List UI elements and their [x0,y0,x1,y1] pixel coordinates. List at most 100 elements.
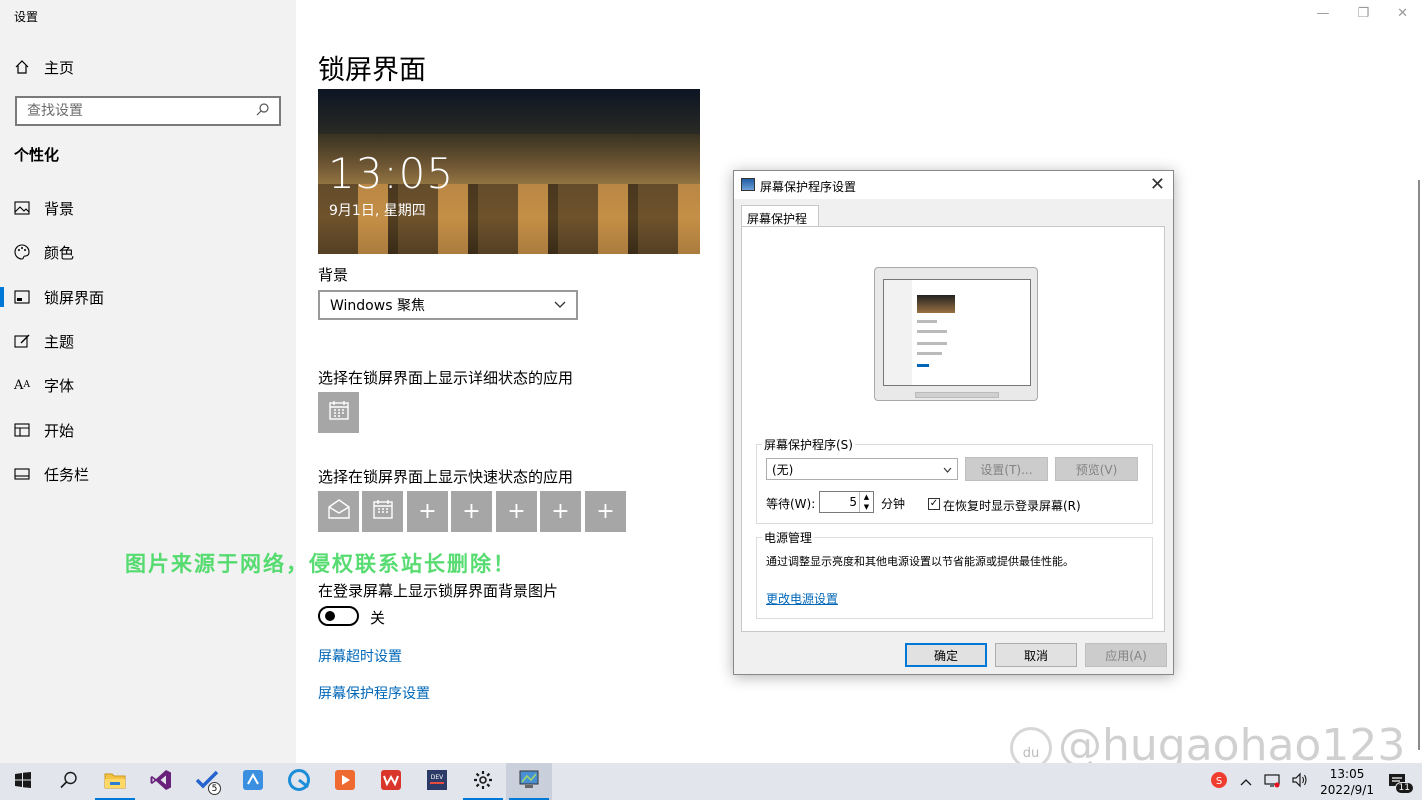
plus-icon: + [596,499,615,524]
mini-line [917,342,947,345]
file-explorer[interactable] [92,763,138,800]
apply-button[interactable]: 应用(A) [1085,643,1167,667]
search-box[interactable] [15,96,281,126]
stepper-arrows[interactable]: ▲ ▼ [859,492,873,512]
preview-date: 9月1日, 星期四 [329,203,426,219]
screensaver-combo[interactable]: (无) [766,458,958,480]
wait-stepper[interactable]: 5 ▲ ▼ [819,491,874,513]
background-label: 背景 [318,266,349,284]
sidebar-item-label: 开始 [44,421,75,440]
theme-icon [14,333,30,349]
screensaver-settings-button[interactable]: 设置(T)... [965,457,1048,481]
add-app-tile[interactable]: + [496,491,537,532]
search-input[interactable] [27,103,247,119]
sidebar-item-themes[interactable]: 主题 [0,321,296,361]
sidebar-item-label: 背景 [44,199,75,218]
browser-icon [288,768,310,795]
tab-screensaver[interactable]: 屏幕保护程序 [741,205,819,243]
add-app-tile[interactable]: + [540,491,581,532]
wps-app[interactable] [368,763,414,800]
ok-button[interactable]: 确定 [905,643,987,667]
monitor-base [915,392,999,398]
mini-line [917,352,942,355]
visual-studio-icon [150,769,172,795]
chevron-down-icon [943,462,952,476]
sidebar-item-taskbar[interactable]: 任务栏 [0,454,296,494]
network-icon[interactable] [1264,772,1280,791]
folder-icon [104,771,126,793]
sidebar-item-label: 颜色 [44,243,75,262]
wait-unit: 分钟 [881,497,906,511]
settings-sidebar: 设置 主页 个性化 背景 颜色 锁屏界面 主题 AA 字体 开始 任务栏 [0,0,296,763]
search-icon [60,771,78,793]
svg-text:DEV: DEV [431,774,444,781]
scrollbar[interactable] [1418,180,1420,750]
dialog-title: 屏幕保护程序设置 [760,180,857,194]
resume-checkbox[interactable]: ✓ [928,498,940,510]
screensaver-preview-button[interactable]: 预览(V) [1055,457,1138,481]
calendar-tile[interactable] [318,392,359,433]
background-select[interactable]: Windows 聚焦 [318,290,578,320]
notification-center[interactable]: 11 [1386,770,1414,794]
tab-panel: 屏幕保护程序(S) (无) 设置(T)... 预览(V) 等待(W): 5 ▲ ▼… [741,226,1165,632]
dev-icon: DEV [426,769,448,795]
screensaver-settings-link[interactable]: 屏幕保护程序设置 [318,683,430,703]
browser-app[interactable] [276,763,322,800]
mail-tile[interactable] [318,491,359,532]
taskbar-icon [14,466,30,482]
add-app-tile[interactable]: + [407,491,448,532]
bookmark-app-icon [242,769,264,795]
volume-icon[interactable] [1292,772,1308,791]
bookmark-app[interactable] [230,763,276,800]
sidebar-item-label: 锁屏界面 [44,288,105,307]
palette-icon [14,244,30,260]
todo-app[interactable]: 5 [184,763,230,800]
screensaver-dialog-task[interactable] [506,763,552,800]
settings-app[interactable] [460,763,506,800]
clock[interactable]: 13:05 2022/9/1 [1320,766,1374,798]
add-app-tile[interactable]: + [451,491,492,532]
taskbar: 5 DEV S 13:05 2022/9/1 11 [0,763,1422,800]
mini-line [917,364,929,367]
change-power-link[interactable]: 更改电源设置 [766,590,838,607]
wait-label: 等待(W): [766,497,816,511]
cancel-button[interactable]: 取消 [995,643,1077,667]
preview-time: 13:05 [328,149,455,198]
sidebar-item-fonts[interactable]: AA 字体 [0,365,296,405]
sidebar-item-lockscreen[interactable]: 锁屏界面 [0,277,296,317]
wps-icon [380,769,402,795]
add-app-tile[interactable]: + [585,491,626,532]
home-nav[interactable]: 主页 [14,57,74,77]
plus-icon: + [507,499,526,524]
sidebar-item-label: 字体 [44,376,75,395]
screen-timeout-link[interactable]: 屏幕超时设置 [318,646,402,666]
devexpress-app[interactable]: DEV [414,763,460,800]
close-icon[interactable]: ✕ [1150,174,1165,195]
dialog-titlebar[interactable]: 屏幕保护程序设置 ✕ [734,171,1173,199]
start-button[interactable] [0,763,46,800]
toggle-knob [325,611,335,621]
media-app[interactable] [322,763,368,800]
mini-sidebar [884,280,912,385]
detailed-status-label: 选择在锁屏界面上显示详细状态的应用 [318,369,574,387]
sidebar-item-label: 任务栏 [44,465,90,484]
display-icon [741,178,755,191]
sidebar-item-start[interactable]: 开始 [0,410,296,450]
search-button[interactable] [46,763,92,800]
calendar-tile[interactable] [362,491,403,532]
home-label: 主页 [44,58,75,77]
screensaver-group-label: 屏幕保护程序(S) [762,436,855,453]
signin-bg-toggle[interactable] [318,606,359,626]
minimize-icon[interactable]: — [1316,6,1329,21]
windows-icon [15,771,31,792]
close-icon[interactable]: ✕ [1397,6,1408,21]
visual-studio[interactable] [138,763,184,800]
sidebar-item-background[interactable]: 背景 [0,188,296,228]
search-icon[interactable] [256,102,269,120]
calendar-icon [328,400,349,426]
lockscreen-icon [14,289,30,305]
restore-icon[interactable]: ❐ [1357,6,1369,21]
chevron-up-icon[interactable] [1240,775,1252,789]
sidebar-item-colors[interactable]: 颜色 [0,232,296,272]
ime-icon[interactable]: S [1210,771,1228,792]
